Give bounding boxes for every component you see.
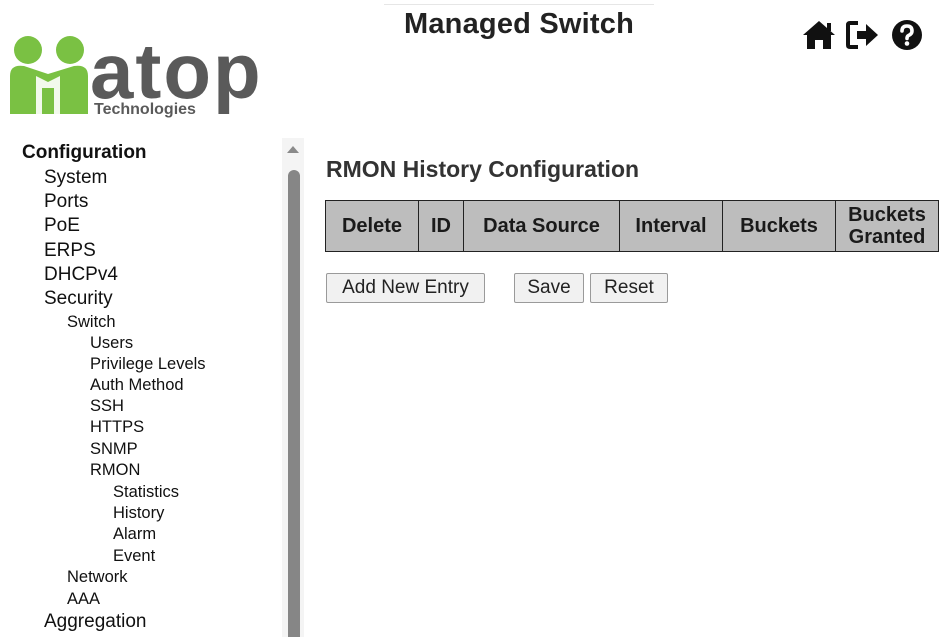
nav-ssh[interactable]: SSH	[90, 397, 124, 416]
nav-rmon-statistics[interactable]: Statistics	[113, 483, 179, 502]
nav-aaa[interactable]: AAA	[67, 590, 100, 609]
column-header-buckets-granted: Buckets Granted	[835, 200, 939, 252]
nav-https[interactable]: HTTPS	[90, 418, 144, 437]
help-icon[interactable]	[888, 18, 926, 52]
nav-ports[interactable]: Ports	[44, 191, 88, 213]
nav-aggregation[interactable]: Aggregation	[44, 611, 146, 633]
rmon-history-table: Delete ID Data Source Interval Buckets B…	[325, 200, 939, 252]
nav-poe[interactable]: PoE	[44, 215, 80, 237]
sidebar-scrollbar[interactable]	[282, 138, 304, 637]
nav-configuration[interactable]: Configuration	[22, 142, 147, 164]
header-toolbar	[800, 18, 942, 52]
nav-rmon-history[interactable]: History	[113, 504, 164, 523]
column-header-data-source: Data Source	[463, 200, 620, 252]
nav-users[interactable]: Users	[90, 334, 133, 353]
page: atop Technologies Managed Switch Configu…	[0, 0, 949, 637]
nav-network[interactable]: Network	[67, 568, 128, 587]
atop-logo[interactable]: atop Technologies	[8, 30, 280, 120]
nav-switch[interactable]: Switch	[67, 313, 116, 332]
nav-privilege-levels[interactable]: Privilege Levels	[90, 355, 206, 374]
nav-security[interactable]: Security	[44, 288, 113, 310]
column-header-id: ID	[418, 200, 464, 252]
sidebar-nav: Configuration System Ports PoE ERPS DHCP…	[0, 138, 282, 637]
nav-rmon-alarm[interactable]: Alarm	[113, 525, 156, 544]
page-title: RMON History Configuration	[326, 156, 640, 182]
nav-erps[interactable]: ERPS	[44, 240, 96, 262]
nav-system[interactable]: System	[44, 167, 107, 189]
column-header-buckets: Buckets	[722, 200, 836, 252]
buckets-granted-label: Buckets Granted	[848, 204, 926, 248]
logout-icon[interactable]	[844, 18, 882, 52]
table-header-row: Delete ID Data Source Interval Buckets B…	[325, 200, 939, 252]
add-new-entry-button[interactable]: Add New Entry	[326, 273, 485, 303]
column-header-interval: Interval	[619, 200, 723, 252]
nav-rmon[interactable]: RMON	[90, 461, 140, 480]
home-icon[interactable]	[800, 18, 838, 52]
nav-auth-method[interactable]: Auth Method	[90, 376, 184, 395]
logo-mark	[10, 36, 88, 114]
scroll-up-arrow-icon[interactable]	[287, 146, 299, 153]
column-header-delete: Delete	[325, 200, 419, 252]
nav-rmon-event[interactable]: Event	[113, 547, 155, 566]
save-button[interactable]: Save	[514, 273, 584, 303]
nav-dhcpv4[interactable]: DHCPv4	[44, 264, 118, 286]
nav-snmp[interactable]: SNMP	[90, 440, 138, 459]
app-title: Managed Switch	[384, 4, 654, 41]
reset-button[interactable]: Reset	[590, 273, 668, 303]
logo-subtext: Technologies	[94, 101, 196, 118]
scrollbar-thumb[interactable]	[288, 170, 300, 637]
